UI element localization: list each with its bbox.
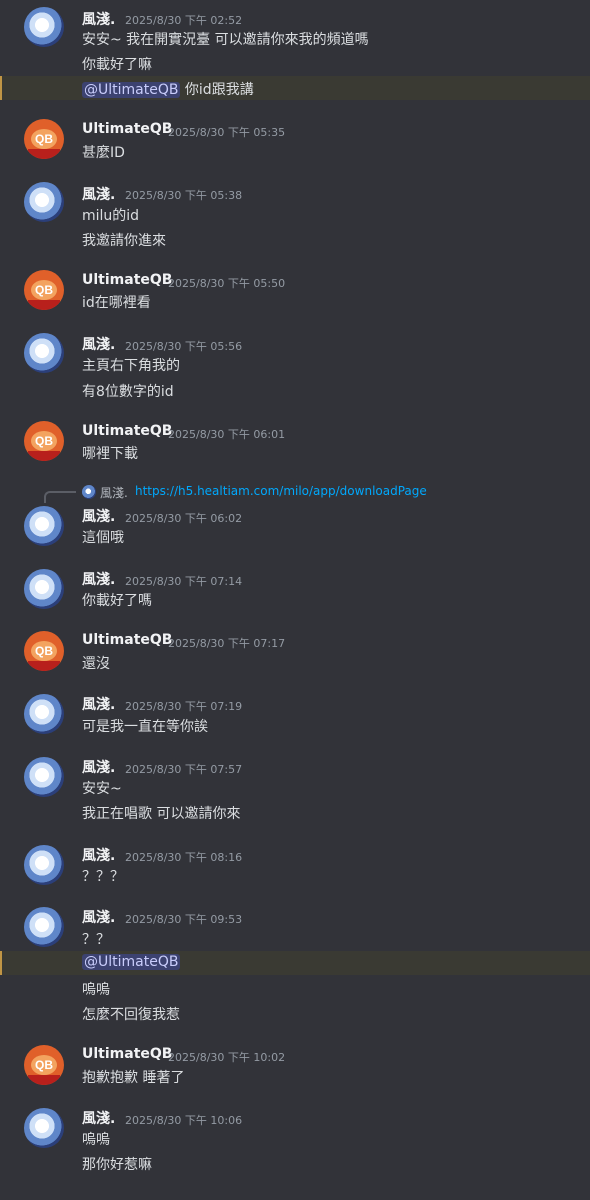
message-text: 你載好了嗎 [82,593,152,609]
avatar[interactable] [24,506,64,546]
author-name[interactable]: 風淺. [82,184,115,204]
message-text: 這個哦 [82,530,124,546]
timestamp: 2025/8/30 下午 06:01 [168,428,286,441]
message-text: 哪裡下載 [82,446,138,462]
author-name[interactable]: 風淺. [82,907,115,927]
timestamp: 2025/8/30 下午 08:16 [125,851,243,864]
author-name[interactable]: 風淺. [82,9,115,29]
message-text: ？？ [82,932,110,948]
avatar[interactable] [24,7,64,47]
author-name[interactable]: 風淺. [82,506,115,526]
author-name[interactable]: UltimateQB [82,1046,172,1062]
avatar[interactable] [24,757,64,797]
author-name[interactable]: 風淺. [82,334,115,354]
author-name[interactable]: 風淺. [82,757,115,777]
message-text: milu的id [82,208,140,224]
message-text: 嗚嗚 [82,1132,110,1148]
reply-link[interactable]: https://h5.healtiam.com/milo/app/downloa… [135,484,427,498]
avatar[interactable]: QB [24,631,64,671]
timestamp: 2025/8/30 下午 07:57 [125,763,243,776]
author-name[interactable]: UltimateQB [82,121,172,137]
message-text: 嗚嗚 [82,982,110,998]
message-text: 我邀請你進來 [82,233,166,249]
user-mention[interactable]: @UltimateQB [82,954,181,970]
avatar[interactable] [24,569,64,609]
avatar[interactable] [24,1108,64,1148]
avatar[interactable] [24,694,64,734]
author-name[interactable]: 風淺. [82,569,115,589]
avatar[interactable]: QB [24,1045,64,1085]
avatar[interactable] [24,182,64,222]
timestamp: 2025/8/30 下午 05:35 [168,126,286,139]
timestamp: 2025/8/30 下午 02:52 [125,14,243,27]
message-text: 安安~ 我在開實況臺 可以邀請你來我的頻道嗎 [82,32,369,48]
timestamp: 2025/8/30 下午 09:53 [125,913,243,926]
author-name[interactable]: UltimateQB [82,272,172,288]
message-text: 怎麼不回復我惹 [82,1007,180,1023]
reply-avatar[interactable] [82,485,96,499]
timestamp: 2025/8/30 下午 10:02 [168,1051,286,1064]
timestamp: 2025/8/30 下午 07:19 [125,700,243,713]
message-text: 可是我一直在等你誒 [82,719,208,735]
message-text: 我正在唱歌 可以邀請你來 [82,806,241,822]
timestamp: 2025/8/30 下午 05:38 [125,189,243,202]
avatar[interactable] [24,845,64,885]
timestamp: 2025/8/30 下午 07:17 [168,637,286,650]
timestamp: 2025/8/30 下午 07:14 [125,575,243,588]
message-text: ？？？ [82,869,124,885]
message-text: 主頁右下角我的 [82,358,180,374]
message-text: 抱歉抱歉 睡著了 [82,1070,185,1086]
message-text: 還沒 [82,656,110,672]
message-text: @UltimateQB [82,954,181,970]
reply-author[interactable]: 風淺. [100,484,128,501]
message-text: 你載好了嘛 [82,57,152,73]
message-text: 甚麼ID [82,145,125,161]
timestamp: 2025/8/30 下午 05:50 [168,277,286,290]
avatar[interactable]: QB [24,421,64,461]
message-text: @UltimateQB 你id跟我講 [82,79,254,99]
author-name[interactable]: UltimateQB [82,632,172,648]
message-text: 安安~ [82,781,122,797]
message-text: 有8位數字的id [82,384,174,400]
avatar[interactable]: QB [24,119,64,159]
timestamp: 2025/8/30 下午 10:06 [125,1114,243,1127]
timestamp: 2025/8/30 下午 05:56 [125,340,243,353]
reply-connector [44,491,76,503]
author-name[interactable]: 風淺. [82,694,115,714]
message-text: 你id跟我講 [184,82,254,98]
avatar[interactable] [24,333,64,373]
timestamp: 2025/8/30 下午 06:02 [125,512,243,525]
author-name[interactable]: 風淺. [82,1108,115,1128]
author-name[interactable]: UltimateQB [82,423,172,439]
avatar[interactable]: QB [24,270,64,310]
user-mention[interactable]: @UltimateQB [82,82,181,98]
author-name[interactable]: 風淺. [82,845,115,865]
message-text: id在哪裡看 [82,295,151,311]
avatar[interactable] [24,907,64,947]
message-text: 那你好惹嘛 [82,1157,152,1173]
